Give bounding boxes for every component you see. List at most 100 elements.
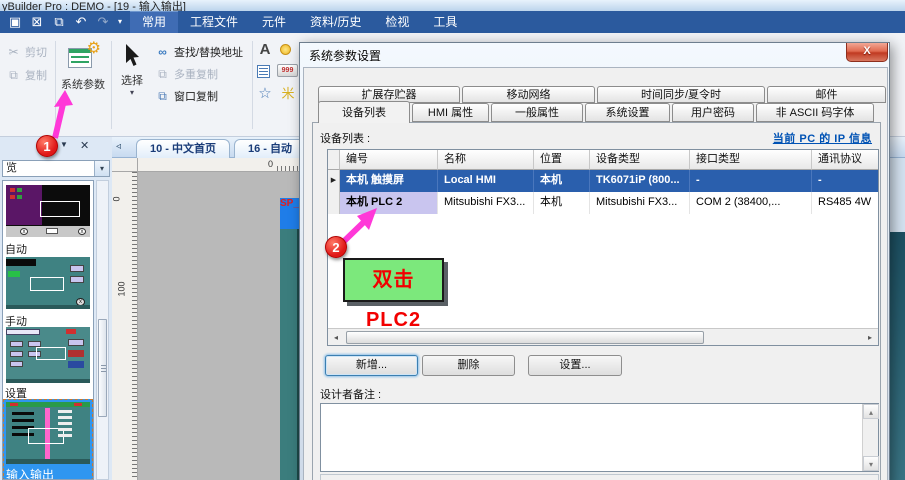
- tab-general[interactable]: 一般属性: [491, 103, 583, 122]
- canvas-sp-element[interactable]: SP_: [280, 198, 300, 230]
- scrollbar-thumb[interactable]: [98, 319, 107, 417]
- window-titlebar: yBuilder Pro : DEMO - [19 - 输入输出]: [0, 0, 905, 11]
- undo-icon[interactable]: ↶: [70, 13, 92, 31]
- cell-interface: COM 2 (38400,...: [690, 192, 812, 214]
- page-label[interactable]: 自动: [5, 241, 27, 257]
- cut-button[interactable]: ✂ 剪切: [5, 44, 47, 60]
- scroll-right-icon[interactable]: ▸: [862, 476, 878, 480]
- new-device-button[interactable]: 新增...: [325, 355, 418, 376]
- ribbon-tab-bar: ▣ ⊠ ⧉ ↶ ↷ ▾ 常用 工程文件 元件 资料/历史 检视 工具: [0, 11, 905, 33]
- ribbon-tab-view[interactable]: 检视: [373, 11, 421, 33]
- ribbon-tab-object[interactable]: 元件: [250, 11, 298, 33]
- quick-access-toolbar: ▣ ⊠ ⧉ ↶ ↷ ▾: [4, 13, 126, 31]
- close-icon: X: [863, 45, 870, 57]
- ruler-v0-label: 0: [112, 196, 122, 201]
- window-copy-button[interactable]: ⧉ 窗口复制: [154, 88, 218, 104]
- column-header-interface[interactable]: 接口类型: [690, 150, 812, 170]
- designer-notes-textarea[interactable]: ▴ ▾: [320, 403, 879, 472]
- star-object-icon[interactable]: ☆: [256, 86, 274, 102]
- row-selector-header: [328, 150, 340, 170]
- dialog-close-button[interactable]: X: [846, 43, 888, 62]
- column-header-location[interactable]: 位置: [534, 150, 590, 170]
- device-list-label: 设备列表 :: [320, 130, 370, 146]
- tab-device-list[interactable]: 设备列表: [318, 101, 410, 123]
- quick-access-caret-icon[interactable]: ▾: [114, 13, 126, 31]
- redo-icon[interactable]: ↷: [92, 13, 114, 31]
- find-replace-label: 查找/替换地址: [174, 44, 243, 60]
- page-thumbnail[interactable]: [6, 327, 90, 383]
- find-replace-address-button[interactable]: ∞ 查找/替换地址: [154, 44, 243, 60]
- page-thumbnail[interactable]: [6, 402, 90, 464]
- page-label[interactable]: 输入输出: [6, 466, 54, 480]
- copy-icon: ⧉: [5, 68, 22, 83]
- cell-no: 本机 触摸屏: [340, 170, 438, 192]
- ribbon-tab-project[interactable]: 工程文件: [178, 11, 250, 33]
- ribbon-tab-home[interactable]: 常用: [130, 11, 178, 33]
- numeric-object-icon[interactable]: 999: [277, 64, 298, 77]
- tab-email[interactable]: 邮件: [767, 86, 886, 103]
- tab-cellular-network[interactable]: 移动网络: [462, 86, 595, 103]
- column-header-protocol[interactable]: 通讯协议: [812, 150, 878, 170]
- current-pc-ip-link[interactable]: 当前 PC 的 IP 信息: [773, 130, 872, 146]
- ruler-v100-label: 100: [117, 281, 127, 296]
- dialog-title: 系统参数设置: [309, 47, 381, 64]
- doc-tab-chinese-home[interactable]: 10 - 中文首页: [136, 139, 230, 158]
- table-row-plc2[interactable]: 本机 PLC 2 Mitsubishi FX3... 本机 Mitsubishi…: [328, 192, 878, 214]
- text-object-icon[interactable]: A: [256, 42, 274, 58]
- lamp-icon[interactable]: [280, 44, 291, 55]
- scroll-right-icon[interactable]: ▸: [862, 330, 878, 345]
- scroll-up-icon[interactable]: ▴: [863, 404, 879, 419]
- ribbon-tab-tool[interactable]: 工具: [421, 11, 469, 33]
- tab-hmi-attributes[interactable]: HMI 属性: [412, 103, 489, 122]
- select-button[interactable]: 选择 ▾: [113, 40, 151, 138]
- multi-copy-button[interactable]: ⧉ 多重复制: [154, 66, 218, 82]
- cut-icon: ✂: [5, 45, 22, 59]
- ribbon-tab-data-history[interactable]: 资料/历史: [298, 11, 373, 33]
- column-header-name[interactable]: 名称: [438, 150, 534, 170]
- scroll-down-icon[interactable]: ▾: [863, 456, 879, 471]
- multi-copy-label: 多重复制: [174, 66, 218, 82]
- tab-user-password[interactable]: 用户密码: [672, 103, 754, 122]
- list-object-icon[interactable]: [257, 65, 270, 78]
- cell-device-type: TK6071iP (800...: [590, 170, 690, 192]
- window-preview-dropdown[interactable]: 览 ▾: [2, 160, 110, 177]
- sidebar-scrollbar[interactable]: [96, 180, 109, 480]
- cell-device-type: Mitsubishi FX3...: [590, 192, 690, 214]
- cell-location: 本机: [534, 170, 590, 192]
- cell-interface: -: [690, 170, 812, 192]
- panel-close-icon[interactable]: ✕: [80, 139, 89, 152]
- doc-tab-auto[interactable]: 16 - 自动: [234, 139, 306, 158]
- column-header-no[interactable]: 编号: [340, 150, 438, 170]
- tab-scroll-left-icon[interactable]: ◃: [116, 141, 121, 152]
- canvas-teal-panel[interactable]: [280, 229, 300, 480]
- notes-horizontal-scrollbar[interactable]: ◂ ▸: [320, 474, 879, 480]
- cell-protocol: -: [812, 170, 878, 192]
- tab-non-ascii-fonts[interactable]: 非 ASCII 码字体: [756, 103, 874, 122]
- canvas-right-sliver: [890, 158, 905, 232]
- select-caret-icon[interactable]: ▾: [113, 88, 151, 97]
- tab-time-sync-dst[interactable]: 时间同步/夏令时: [597, 86, 765, 103]
- device-settings-button[interactable]: 设置...: [528, 355, 622, 376]
- delete-device-button[interactable]: 删除: [422, 355, 515, 376]
- ruler-origin-label: 0: [268, 159, 273, 169]
- window-paste-icon[interactable]: ⧉: [48, 13, 70, 31]
- notes-vertical-scrollbar[interactable]: ▴ ▾: [862, 404, 878, 471]
- scroll-left-icon[interactable]: ◂: [321, 476, 337, 480]
- gear-icon: ⚙: [87, 38, 101, 58]
- window-copy-icon: ⧉: [154, 89, 171, 104]
- selected-page-highlight[interactable]: 输入输出: [3, 399, 93, 480]
- dropdown-caret-icon: ▾: [94, 161, 109, 176]
- save-icon[interactable]: ▣: [4, 13, 26, 31]
- cell-location: 本机: [534, 192, 590, 214]
- scroll-left-icon[interactable]: ◂: [328, 330, 344, 345]
- double-click-plc2-callout: 双击PLC2: [343, 258, 444, 302]
- export-icon[interactable]: ⊠: [26, 13, 48, 31]
- table-row-local-hmi[interactable]: ▶ 本机 触摸屏 Local HMI 本机 TK6071iP (800... -…: [328, 170, 878, 192]
- page-thumbnail[interactable]: x x: [6, 185, 90, 237]
- column-header-device-type[interactable]: 设备类型: [590, 150, 690, 170]
- tab-system-settings[interactable]: 系统设置: [585, 103, 670, 122]
- select-label: 选择: [113, 72, 151, 88]
- copy-button[interactable]: ⧉ 复制: [5, 67, 47, 83]
- spark-object-icon[interactable]: 米: [279, 86, 297, 102]
- page-thumbnail[interactable]: x: [6, 257, 90, 309]
